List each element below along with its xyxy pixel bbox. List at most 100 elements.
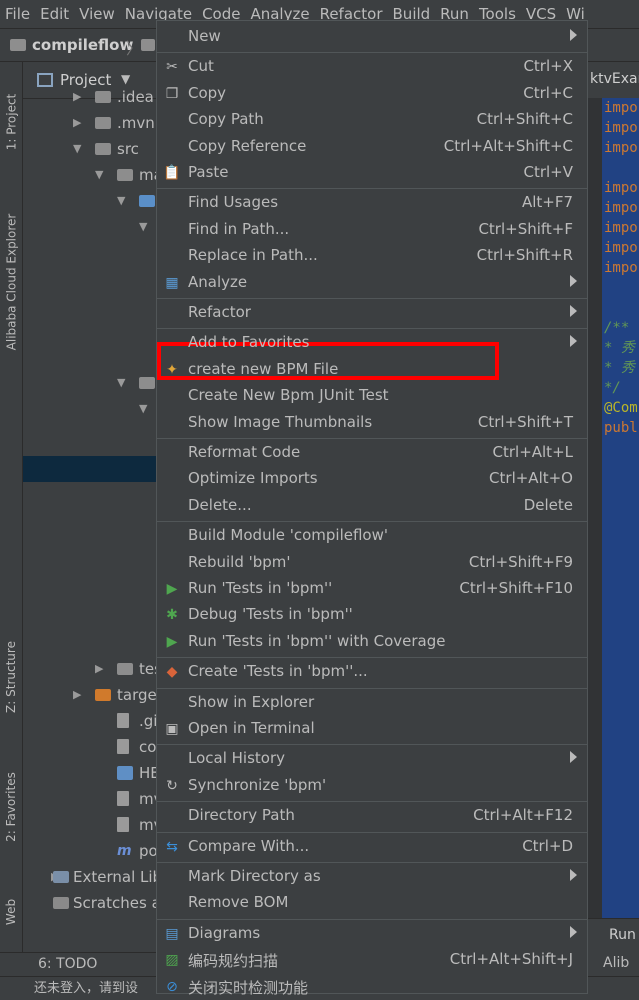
expand-down-icon[interactable]: ▼: [139, 214, 147, 240]
submenu-arrow-icon: [570, 274, 577, 287]
menu-item-create-new-bpm-junit-test[interactable]: Create New Bpm JUnit Test: [157, 383, 587, 409]
menu-item-add-to-favorites[interactable]: Add to Favorites: [157, 330, 587, 356]
menu-item-replace-in-path[interactable]: Replace in Path... Ctrl+Shift+R: [157, 243, 587, 269]
menu-item-label: Create New Bpm JUnit Test: [188, 386, 389, 405]
menu-item-build-module-compileflow[interactable]: Build Module 'compileflow': [157, 523, 587, 549]
menu-item-label: 关闭实时检测功能: [188, 978, 309, 997]
tree-row[interactable]: [23, 344, 158, 370]
tree-row[interactable]: ▶: [23, 474, 158, 500]
expand-right-icon[interactable]: ▶: [73, 110, 81, 136]
left-tab-2[interactable]: Z: Structure: [1, 632, 21, 722]
tree-row[interactable]: ▶: [23, 448, 158, 474]
menu-file[interactable]: File: [0, 0, 35, 28]
tree-row[interactable]: ▶: [23, 266, 158, 292]
expand-right-icon[interactable]: ▶: [73, 682, 81, 708]
expand-right-icon[interactable]: ▶: [95, 656, 103, 682]
expand-right-icon[interactable]: ▶: [73, 84, 81, 110]
menu-item-find-usages[interactable]: Find Usages Alt+F7: [157, 190, 587, 216]
menu-edit[interactable]: Edit: [35, 0, 74, 28]
menu-item-remove-bom[interactable]: Remove BOM: [157, 890, 587, 916]
tree-row[interactable]: ▼re: [23, 214, 158, 240]
tree-row[interactable]: ▼main: [23, 162, 158, 188]
tree-row[interactable]: ▶ .idea: [23, 84, 158, 110]
left-tab-0[interactable]: 1: Project: [1, 72, 21, 172]
menu-item-open-in-terminal[interactable]: ▣ Open in Terminal: [157, 716, 587, 742]
alibaba-tab-label: Alib: [603, 955, 630, 971]
menu-item-item-46[interactable]: ▨ 编码规约扫描 Ctrl+Alt+Shift+J: [157, 947, 587, 973]
menu-item-compare-with[interactable]: ⇆ Compare With... Ctrl+D: [157, 834, 587, 860]
expand-down-icon[interactable]: ▼: [117, 370, 125, 396]
menu-item-label: Copy Reference: [188, 136, 307, 155]
submenu-arrow-icon: [570, 869, 577, 881]
left-tab-1[interactable]: Alibaba Cloud Explorer: [1, 202, 21, 362]
tree-row[interactable]: [23, 578, 158, 604]
code-area[interactable]: impo impo impo impo impo impo impo impo/** * 秀 …: [602, 98, 639, 918]
expand-down-icon[interactable]: ▼: [117, 188, 125, 214]
menu-item-item-47[interactable]: ⊘ 关闭实时检测功能: [157, 974, 587, 1000]
tree-row[interactable]: [23, 630, 158, 656]
tree-row[interactable]: compileflow: [23, 734, 158, 760]
tree-row[interactable]: [23, 604, 158, 630]
menu-item-copy[interactable]: ❐ Copy Ctrl+C: [157, 81, 587, 107]
tree-row[interactable]: ▶ .mvn: [23, 110, 158, 136]
run-tool-tab[interactable]: Run: [585, 918, 639, 953]
expand-down-icon[interactable]: ▼: [139, 396, 147, 422]
menu-item-create-new-bpm-file[interactable]: ✦ create new BPM File: [157, 357, 587, 383]
tree-row[interactable]: ▶ target: [23, 682, 158, 708]
left-tab-4[interactable]: Web: [1, 882, 21, 942]
tree-row[interactable]: ▼java: [23, 188, 158, 214]
tree-row[interactable]: ▼: [23, 396, 158, 422]
menu-item-run-tests-in-bpm-with-coverage[interactable]: ▶ Run 'Tests in 'bpm'' with Coverage: [157, 629, 587, 655]
menu-item-run-tests-in-bpm[interactable]: ▶ Run 'Tests in 'bpm'' Ctrl+Shift+F10: [157, 576, 587, 602]
tree-row[interactable]: Scratches and Consoles: [23, 890, 158, 916]
menu-item-find-in-path[interactable]: Find in Path... Ctrl+Shift+F: [157, 217, 587, 243]
menu-item-label: Optimize Imports: [188, 469, 318, 488]
menu-item-refactor[interactable]: Refactor: [157, 300, 587, 326]
editor-tab[interactable]: ktvExam: [585, 62, 639, 99]
expand-down-icon[interactable]: ▼: [73, 136, 81, 162]
tree-row[interactable]: ▶test: [23, 656, 158, 682]
tree-row[interactable]: HELP.md: [23, 760, 158, 786]
menu-item-copy-path[interactable]: Copy Path Ctrl+Shift+C: [157, 107, 587, 133]
menu-item-debug-tests-in-bpm[interactable]: ✱ Debug 'Tests in 'bpm'': [157, 602, 587, 628]
tree-row[interactable]: ▼: [23, 240, 158, 266]
tree-label: .mvn: [117, 114, 155, 132]
tree-row[interactable]: [23, 318, 158, 344]
tree-row[interactable]: [23, 552, 158, 578]
menu-item-diagrams[interactable]: ▤ Diagrams: [157, 921, 587, 947]
tree-row[interactable]: [23, 526, 158, 552]
menu-item-new[interactable]: New: [157, 24, 587, 50]
menu-item-show-image-thumbnails[interactable]: Show Image Thumbnails Ctrl+Shift+T: [157, 410, 587, 436]
menu-item-paste[interactable]: 📋 Paste Ctrl+V: [157, 160, 587, 186]
tree-row[interactable]: ▼: [23, 292, 158, 318]
menu-item-synchronize-bpm[interactable]: ↻ Synchronize 'bpm': [157, 773, 587, 799]
menu-item-directory-path[interactable]: Directory Path Ctrl+Alt+F12: [157, 803, 587, 829]
todo-tab[interactable]: 6: TODO: [38, 956, 97, 972]
tree-row[interactable]: mvnw: [23, 786, 158, 812]
menu-item-create-tests-in-bpm[interactable]: ◆ Create 'Tests in 'bpm''...: [157, 659, 587, 685]
menu-item-optimize-imports[interactable]: Optimize Imports Ctrl+Alt+O: [157, 466, 587, 492]
tree-row[interactable]: [23, 500, 158, 526]
menu-item-delete[interactable]: Delete... Delete: [157, 493, 587, 519]
menu-view[interactable]: View: [74, 0, 120, 28]
menu-item-mark-directory-as[interactable]: Mark Directory as: [157, 864, 587, 890]
blue-icon: [139, 195, 155, 207]
menu-item-analyze[interactable]: ▦ Analyze: [157, 270, 587, 296]
tree-row[interactable]: .gitignore: [23, 708, 158, 734]
menu-item-cut[interactable]: ✂ Cut Ctrl+X: [157, 54, 587, 80]
menu-item-local-history[interactable]: Local History: [157, 746, 587, 772]
menu-item-reformat-code[interactable]: Reformat Code Ctrl+Alt+L: [157, 440, 587, 466]
left-tab-3[interactable]: 2: Favorites: [1, 762, 21, 852]
menu-item-rebuild-bpm[interactable]: Rebuild 'bpm' Ctrl+Shift+F9: [157, 550, 587, 576]
tree-row[interactable]: ▼re: [23, 370, 158, 396]
menu-item-show-in-explorer[interactable]: Show in Explorer: [157, 690, 587, 716]
tree-row[interactable]: ▶External Libraries: [23, 864, 158, 890]
alibaba-tool-tab[interactable]: Alib: [585, 952, 639, 976]
breadcrumb-project[interactable]: compileflow: [32, 36, 133, 54]
tree-row[interactable]: ▶: [23, 422, 158, 448]
menu-item-copy-reference[interactable]: Copy Reference Ctrl+Alt+Shift+C: [157, 134, 587, 160]
tree-row[interactable]: ▼ src: [23, 136, 158, 162]
tree-row[interactable]: mvnw.cmd: [23, 812, 158, 838]
tree-row[interactable]: mpom.xml: [23, 838, 158, 864]
expand-down-icon[interactable]: ▼: [95, 162, 103, 188]
